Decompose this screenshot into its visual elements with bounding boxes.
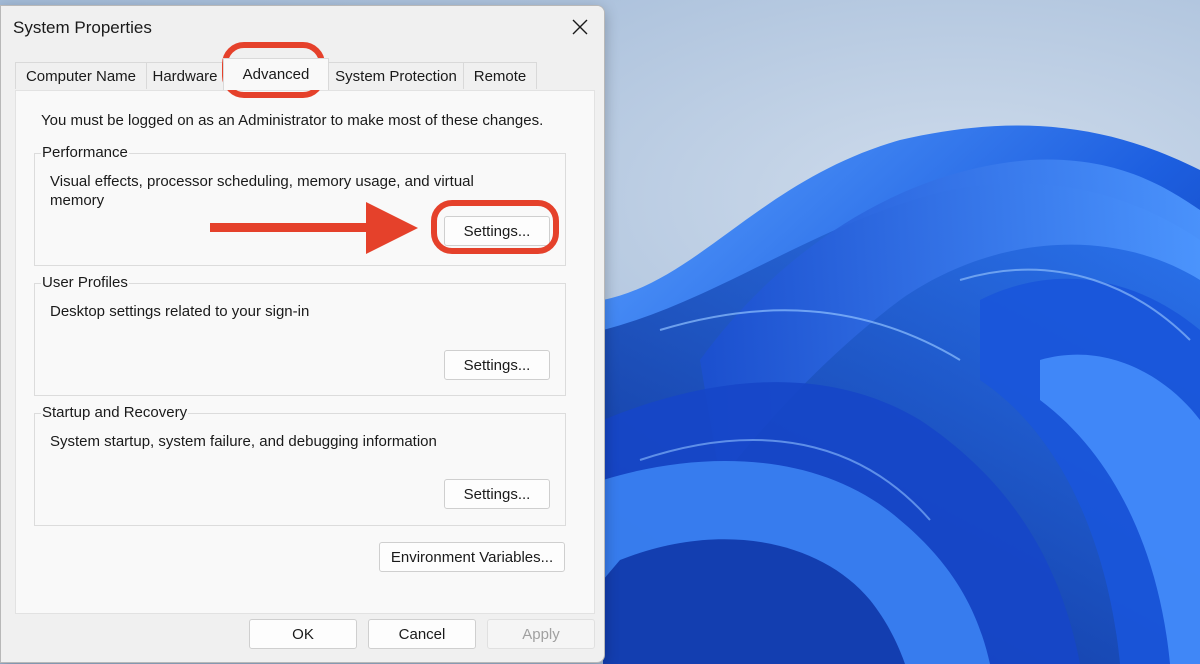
cancel-button[interactable]: Cancel (368, 619, 476, 649)
admin-notice: You must be logged on as an Administrato… (41, 112, 544, 129)
startup-recovery-description: System startup, system failure, and debu… (50, 433, 437, 450)
window-title: System Properties (13, 18, 152, 37)
performance-legend: Performance (41, 144, 129, 161)
environment-variables-button[interactable]: Environment Variables... (379, 542, 565, 572)
title-bar[interactable]: System Properties (1, 6, 604, 50)
close-icon (572, 19, 588, 35)
startup-recovery-legend: Startup and Recovery (41, 404, 189, 421)
system-properties-dialog: System Properties Computer Name Hardware… (0, 5, 605, 663)
tab-remote[interactable]: Remote (463, 62, 537, 89)
startup-recovery-group: Startup and Recovery System startup, sys… (34, 404, 566, 526)
apply-button: Apply (487, 619, 595, 649)
user-profiles-description: Desktop settings related to your sign-in (50, 303, 310, 320)
tab-system-protection[interactable]: System Protection (328, 62, 464, 89)
user-profiles-legend: User Profiles (41, 274, 129, 291)
tab-advanced[interactable]: Advanced (223, 58, 329, 90)
tab-hardware[interactable]: Hardware (146, 62, 224, 89)
user-profiles-settings-button[interactable]: Settings... (444, 350, 550, 380)
tab-computer-name[interactable]: Computer Name (15, 62, 147, 89)
user-profiles-group: User Profiles Desktop settings related t… (34, 274, 566, 396)
startup-recovery-settings-button[interactable]: Settings... (444, 479, 550, 509)
right-arrow-icon (210, 202, 418, 254)
performance-settings-button[interactable]: Settings... (444, 216, 550, 246)
advanced-tab-panel: You must be logged on as an Administrato… (15, 90, 595, 614)
close-button[interactable] (556, 6, 604, 48)
ok-button[interactable]: OK (249, 619, 357, 649)
